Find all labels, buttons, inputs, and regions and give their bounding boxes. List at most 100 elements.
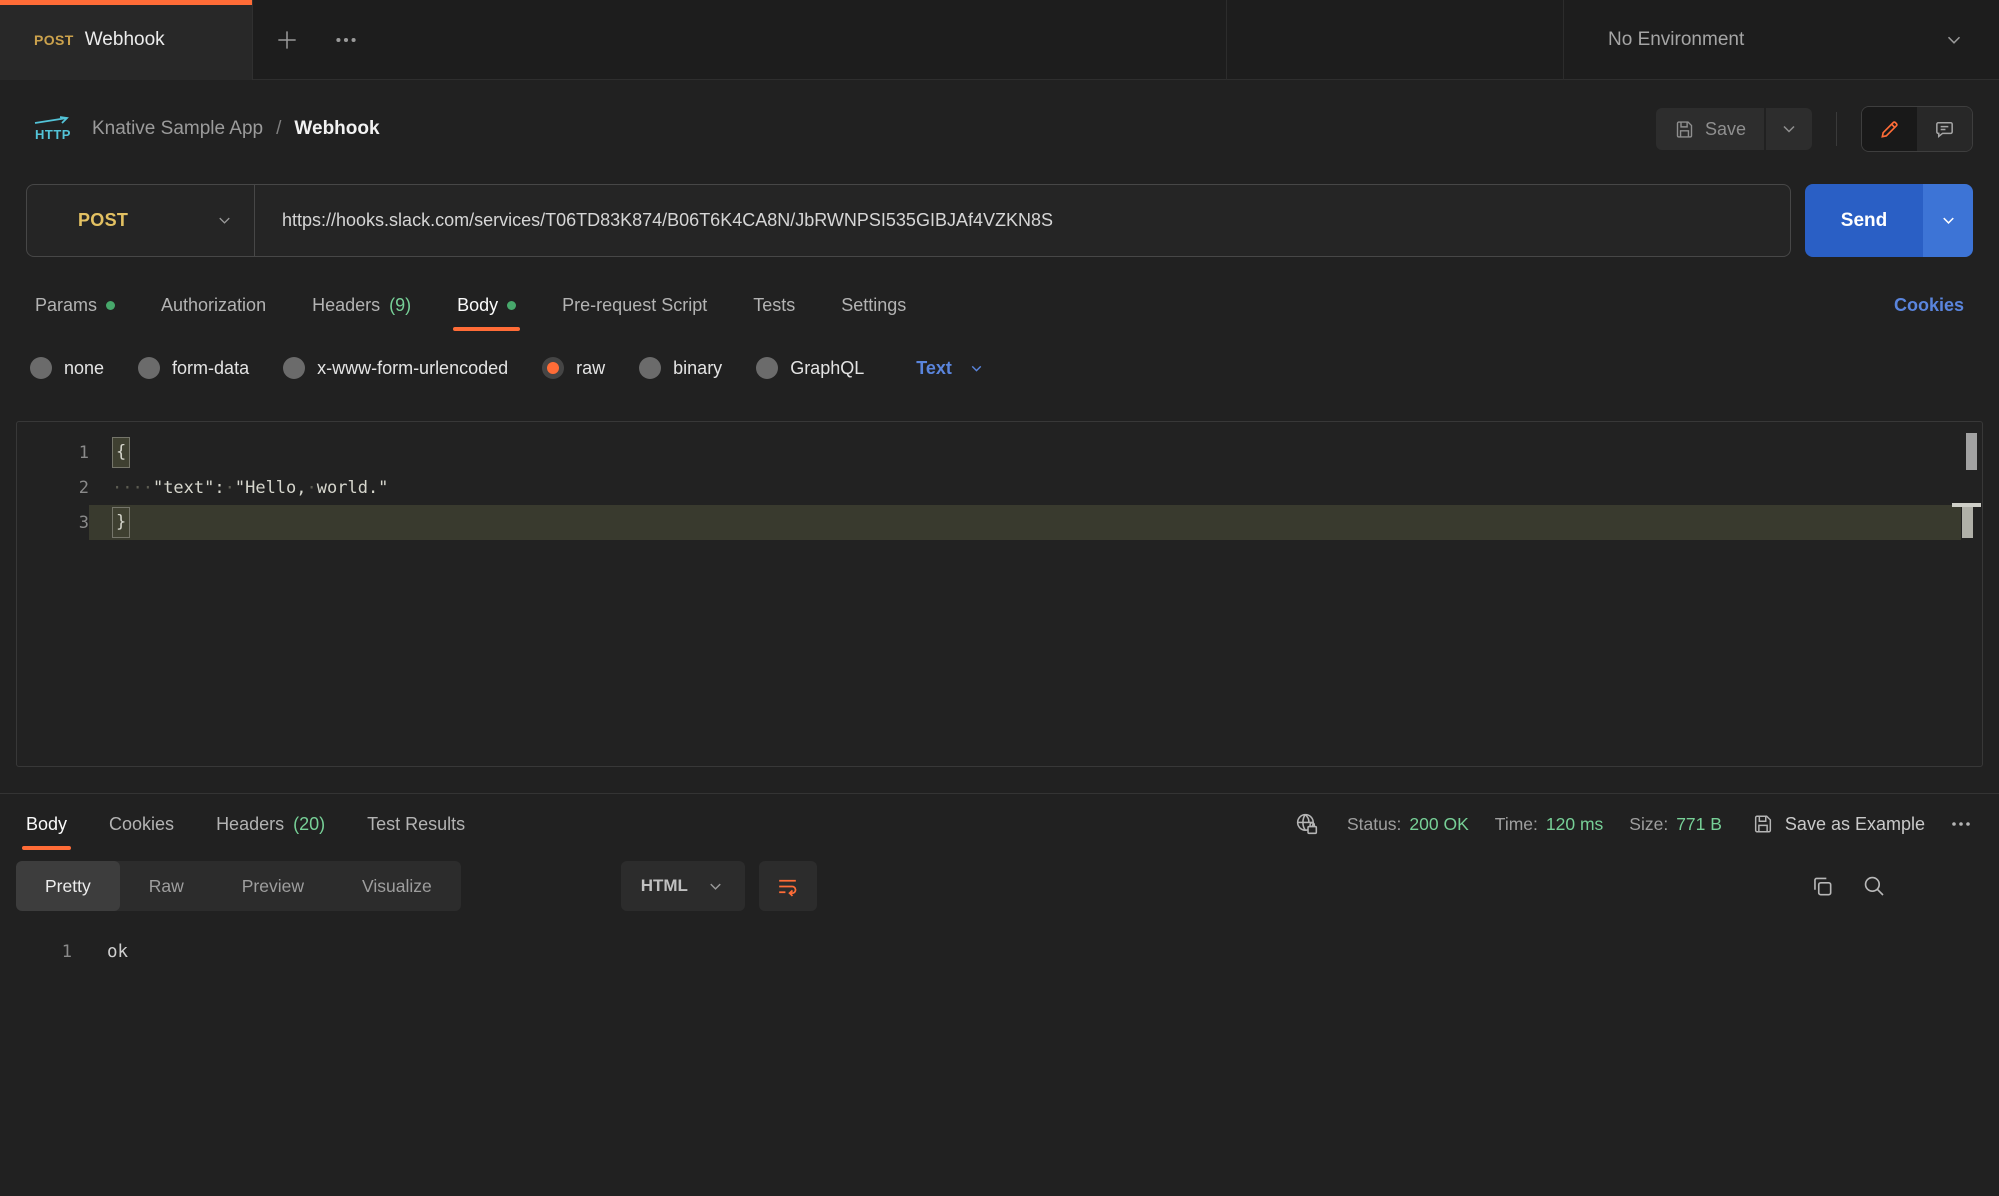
floppy-disk-icon bbox=[1674, 119, 1695, 140]
plus-icon bbox=[274, 27, 300, 53]
wrap-lines-button[interactable] bbox=[759, 861, 817, 911]
view-pretty-button[interactable]: Pretty bbox=[16, 861, 120, 911]
tab-params[interactable]: Params bbox=[35, 279, 115, 331]
body-mode-graphql-label: GraphQL bbox=[790, 358, 864, 379]
chevron-down-icon bbox=[706, 877, 725, 896]
time-label: Time: bbox=[1495, 814, 1538, 835]
body-mode-none[interactable]: none bbox=[30, 357, 104, 379]
editor-scrollbar-thumb[interactable] bbox=[1966, 433, 1977, 470]
editor-line: 3 } bbox=[17, 505, 1982, 540]
request-body-editor[interactable]: 1 { 2 ····"text":·"Hello,·world." 3 } bbox=[16, 421, 1983, 767]
copy-response-button[interactable] bbox=[1809, 873, 1835, 899]
body-mode-binary-label: binary bbox=[673, 358, 722, 379]
chevron-down-icon bbox=[1943, 29, 1965, 51]
request-tabs: Params Authorization Headers (9) Body Pr… bbox=[0, 279, 1999, 331]
response-headers-count: (20) bbox=[293, 814, 325, 835]
environment-selector[interactable]: No Environment bbox=[1564, 0, 1999, 80]
url-input[interactable]: https://hooks.slack.com/services/T06TD83… bbox=[255, 210, 1053, 231]
comment-icon bbox=[1933, 118, 1956, 141]
response-line-content: ok bbox=[72, 934, 1978, 969]
request-header: HTTP Knative Sample App / Webhook Save bbox=[0, 80, 1999, 178]
response-tab-body[interactable]: Body bbox=[26, 798, 67, 850]
status-label: Status: bbox=[1347, 814, 1401, 835]
wrap-text-icon bbox=[775, 874, 800, 899]
response-toolbar: Pretty Raw Preview Visualize HTML bbox=[0, 858, 1999, 914]
response-line: 1 ok bbox=[0, 934, 1999, 969]
comment-button[interactable] bbox=[1917, 107, 1972, 151]
view-visualize-button[interactable]: Visualize bbox=[333, 861, 461, 911]
body-mode-options: none form-data x-www-form-urlencoded raw… bbox=[0, 345, 1999, 391]
tab-authorization-label: Authorization bbox=[161, 295, 266, 316]
time-pair: Time: 120 ms bbox=[1495, 814, 1604, 835]
view-preview-button[interactable]: Preview bbox=[213, 861, 333, 911]
body-mode-form-data[interactable]: form-data bbox=[138, 357, 249, 379]
response-format-selector[interactable]: HTML bbox=[621, 861, 745, 911]
tab-headers[interactable]: Headers (9) bbox=[312, 279, 411, 331]
breadcrumb-collection[interactable]: Knative Sample App bbox=[92, 118, 263, 140]
method-selector[interactable]: POST bbox=[27, 185, 254, 256]
tab-tests-label: Tests bbox=[753, 295, 795, 316]
tab-pre-request-label: Pre-request Script bbox=[562, 295, 707, 316]
editor-active-line[interactable]: } bbox=[89, 505, 1961, 540]
save-options-button[interactable] bbox=[1766, 108, 1812, 150]
save-button-label: Save bbox=[1705, 119, 1746, 140]
globe-lock-icon[interactable] bbox=[1294, 811, 1321, 838]
status-pair: Status: 200 OK bbox=[1347, 814, 1469, 835]
tab-body[interactable]: Body bbox=[457, 279, 516, 331]
body-mode-raw[interactable]: raw bbox=[542, 357, 605, 379]
url-bar: POST https://hooks.slack.com/services/T0… bbox=[26, 184, 1791, 257]
editor-cursor-marker bbox=[1962, 507, 1973, 538]
body-mode-binary[interactable]: binary bbox=[639, 357, 722, 379]
request-tab[interactable]: POST Webhook bbox=[0, 0, 253, 80]
send-options-button[interactable] bbox=[1923, 184, 1973, 257]
tab-options-button[interactable] bbox=[320, 0, 372, 80]
send-button[interactable]: Send bbox=[1805, 184, 1923, 257]
tab-settings[interactable]: Settings bbox=[841, 279, 906, 331]
edit-mode-button[interactable] bbox=[1862, 107, 1917, 151]
save-button[interactable]: Save bbox=[1656, 108, 1764, 150]
size-pair: Size: 771 B bbox=[1629, 814, 1722, 835]
new-tab-button[interactable] bbox=[260, 0, 314, 80]
body-mode-urlencoded[interactable]: x-www-form-urlencoded bbox=[283, 357, 508, 379]
radio-icon bbox=[30, 357, 52, 379]
method-label: POST bbox=[78, 210, 128, 231]
tab-tests[interactable]: Tests bbox=[753, 279, 795, 331]
chevron-down-icon bbox=[1779, 119, 1799, 139]
editor-line-content[interactable]: { bbox=[89, 435, 1961, 470]
tab-pre-request-script[interactable]: Pre-request Script bbox=[562, 279, 707, 331]
breadcrumb-request-name[interactable]: Webhook bbox=[294, 118, 379, 140]
bracket-highlight: { bbox=[112, 437, 130, 468]
body-mode-urlencoded-label: x-www-form-urlencoded bbox=[317, 358, 508, 379]
radio-icon bbox=[756, 357, 778, 379]
response-tab-cookies[interactable]: Cookies bbox=[109, 798, 174, 850]
search-response-button[interactable] bbox=[1861, 873, 1887, 899]
raw-language-selector[interactable]: Text bbox=[916, 358, 985, 379]
response-tab-headers[interactable]: Headers (20) bbox=[216, 798, 325, 850]
send-button-group: Send bbox=[1805, 184, 1973, 257]
response-options-button[interactable] bbox=[1949, 812, 1973, 836]
save-as-example-button[interactable]: Save as Example bbox=[1752, 813, 1925, 835]
editor-line: 1 { bbox=[17, 435, 1982, 470]
header-actions: Save bbox=[1656, 106, 1973, 152]
three-dots-icon bbox=[1949, 812, 1973, 836]
body-active-dot bbox=[507, 301, 516, 310]
response-tab-headers-label: Headers bbox=[216, 814, 284, 835]
tab-title: Webhook bbox=[85, 29, 165, 51]
three-dots-icon bbox=[333, 27, 359, 53]
active-tab-indicator bbox=[22, 846, 71, 850]
floppy-disk-icon bbox=[1752, 813, 1774, 835]
http-protocol-badge: HTTP bbox=[34, 116, 72, 142]
save-as-example-label: Save as Example bbox=[1785, 814, 1925, 835]
editor-line-content[interactable]: ····"text":·"Hello,·world." bbox=[89, 470, 1961, 505]
tab-settings-label: Settings bbox=[841, 295, 906, 316]
line-number: 3 bbox=[17, 513, 89, 533]
response-tabs: Body Cookies Headers (20) Test Results bbox=[26, 794, 465, 854]
view-raw-button[interactable]: Raw bbox=[120, 861, 213, 911]
response-tab-test-results[interactable]: Test Results bbox=[367, 798, 465, 850]
radio-icon bbox=[283, 357, 305, 379]
body-mode-graphql[interactable]: GraphQL bbox=[756, 357, 864, 379]
tab-authorization[interactable]: Authorization bbox=[161, 279, 266, 331]
cookies-link[interactable]: Cookies bbox=[1894, 295, 1964, 316]
radio-icon bbox=[639, 357, 661, 379]
response-format-label: HTML bbox=[641, 876, 688, 896]
